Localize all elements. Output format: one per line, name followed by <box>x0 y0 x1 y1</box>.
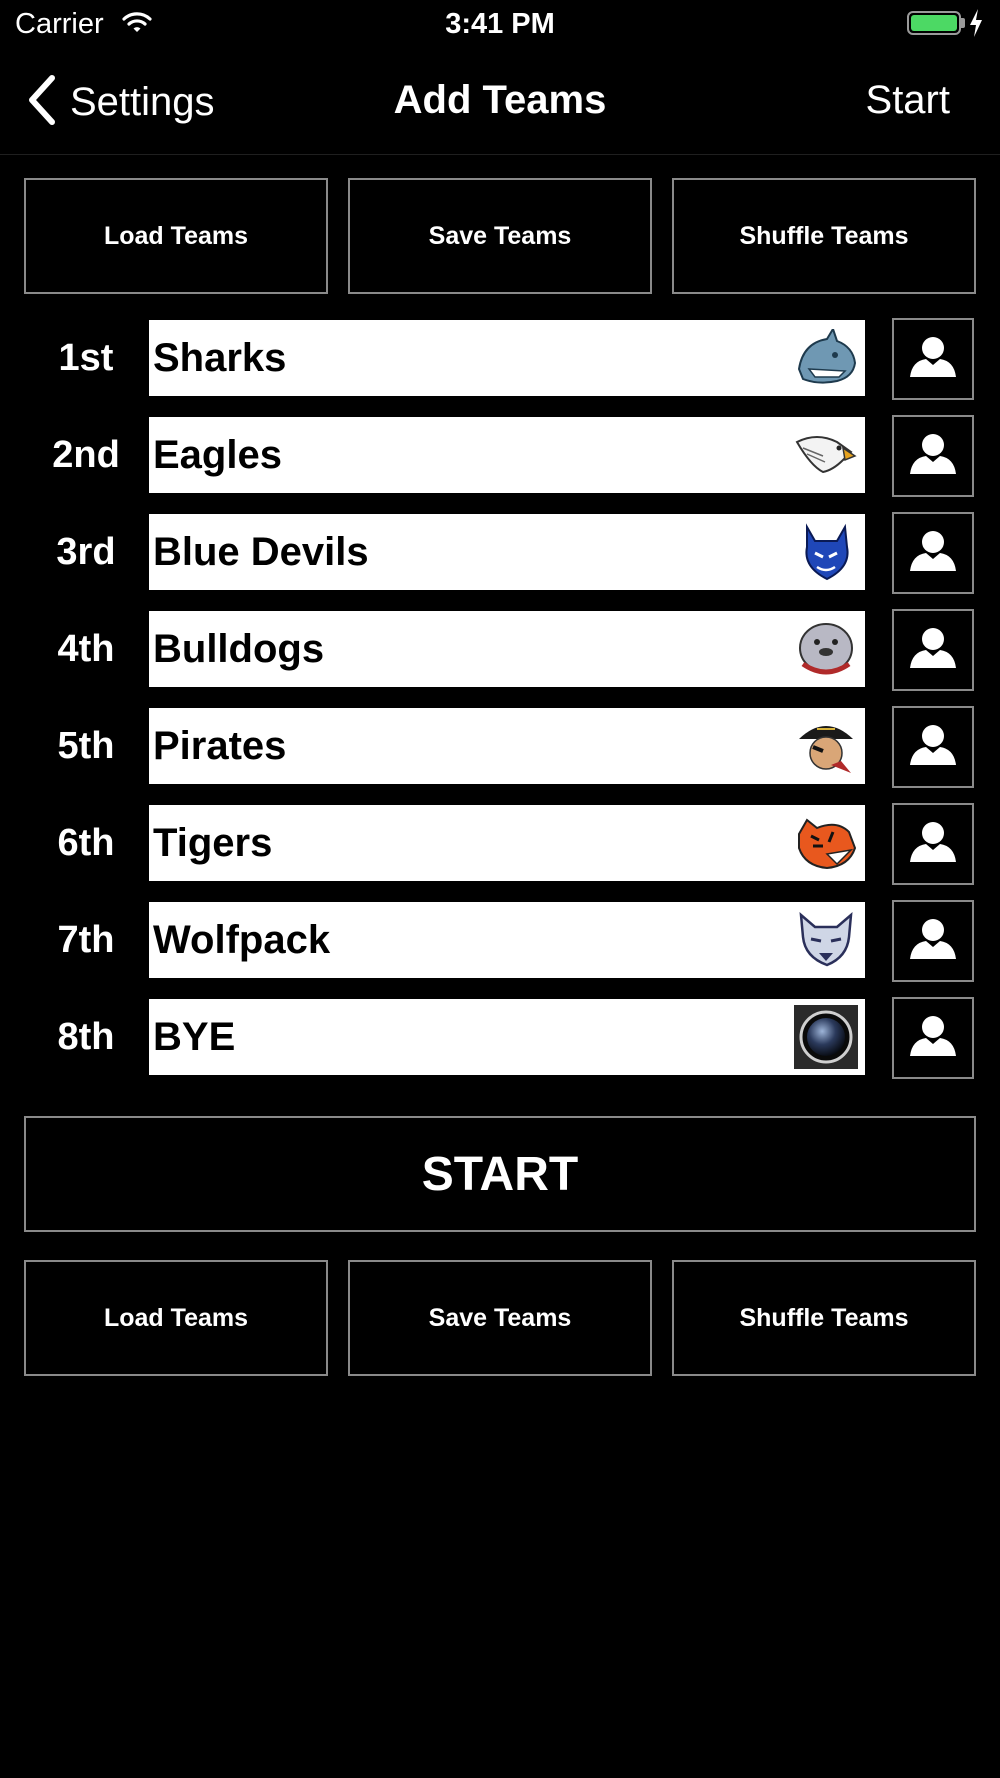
team-name: Sharks <box>153 335 287 380</box>
battery-icon <box>907 11 961 35</box>
team-rank: 5th <box>57 724 115 767</box>
select-contact-button[interactable] <box>892 706 974 788</box>
team-name-field[interactable]: Sharks <box>149 320 865 396</box>
team-rank: 6th <box>57 821 115 864</box>
wolf-logo-icon[interactable] <box>793 909 859 971</box>
status-bar: Carrier 3:41 PM <box>0 0 1000 50</box>
team-row: 5th Pirates <box>0 706 1000 788</box>
select-contact-button[interactable] <box>892 415 974 497</box>
charging-bolt-icon <box>969 9 983 42</box>
navigation-bar: Settings Add Teams Start <box>0 50 1000 155</box>
person-icon <box>908 529 958 578</box>
back-button[interactable]: Settings <box>26 74 215 131</box>
team-rank: 8th <box>57 1015 115 1058</box>
shuffle-teams-button[interactable]: Shuffle Teams <box>672 178 976 294</box>
person-icon <box>908 1014 958 1063</box>
shark-logo-icon[interactable] <box>793 327 859 389</box>
team-name-field[interactable]: Bulldogs <box>149 611 865 687</box>
bulldog-logo-icon[interactable] <box>793 618 859 680</box>
person-icon <box>908 917 958 966</box>
save-teams-button[interactable]: Save Teams <box>348 1260 652 1376</box>
chevron-left-icon <box>26 74 56 131</box>
eagle-logo-icon[interactable] <box>793 424 859 486</box>
select-contact-button[interactable] <box>892 803 974 885</box>
select-contact-button[interactable] <box>892 997 974 1079</box>
team-rank: 4th <box>57 627 115 670</box>
team-name: Pirates <box>153 723 287 768</box>
team-rank: 7th <box>57 918 115 961</box>
battery-tip <box>961 18 965 28</box>
person-icon <box>908 723 958 772</box>
load-teams-button[interactable]: Load Teams <box>24 1260 328 1376</box>
select-contact-button[interactable] <box>892 512 974 594</box>
shuffle-teams-button[interactable]: Shuffle Teams <box>672 1260 976 1376</box>
bottom-action-buttons: Load Teams Save Teams Shuffle Teams <box>24 1260 976 1376</box>
person-icon <box>908 820 958 869</box>
person-icon <box>908 432 958 481</box>
team-name-field[interactable]: BYE <box>149 999 865 1075</box>
team-rank: 2nd <box>52 433 120 476</box>
nav-start-button[interactable]: Start <box>866 78 950 123</box>
team-row: 3rd Blue Devils <box>0 512 1000 594</box>
team-name: Tigers <box>153 820 273 865</box>
team-row: 8th BYE <box>0 997 1000 1079</box>
load-teams-button[interactable]: Load Teams <box>24 178 328 294</box>
team-name: Bulldogs <box>153 626 325 671</box>
clock: 3:41 PM <box>445 8 555 40</box>
team-rank: 3rd <box>56 530 116 573</box>
save-teams-button[interactable]: Save Teams <box>348 178 652 294</box>
team-name-field[interactable]: Wolfpack <box>149 902 865 978</box>
pirate-logo-icon[interactable] <box>793 715 859 777</box>
top-action-buttons: Load Teams Save Teams Shuffle Teams <box>24 178 976 294</box>
back-label: Settings <box>70 79 215 124</box>
select-contact-button[interactable] <box>892 609 974 691</box>
team-name-field[interactable]: Eagles <box>149 417 865 493</box>
select-contact-button[interactable] <box>892 318 974 400</box>
team-name-field[interactable]: Pirates <box>149 708 865 784</box>
tiger-logo-icon[interactable] <box>793 812 859 874</box>
team-row: 1st Sharks <box>0 318 1000 400</box>
team-name: Blue Devils <box>153 529 369 574</box>
person-icon <box>908 626 958 675</box>
team-name: Eagles <box>153 432 282 477</box>
team-row: 7th Wolfpack <box>0 900 1000 982</box>
team-row: 2nd Eagles <box>0 415 1000 497</box>
bye-logo-icon[interactable] <box>793 1005 859 1069</box>
team-rank: 1st <box>58 336 114 379</box>
blue-devil-logo-icon[interactable] <box>793 521 859 583</box>
team-name-field[interactable]: Tigers <box>149 805 865 881</box>
select-contact-button[interactable] <box>892 900 974 982</box>
person-icon <box>908 335 958 384</box>
team-row: 6th Tigers <box>0 803 1000 885</box>
team-name: BYE <box>153 1014 236 1059</box>
start-button[interactable]: START <box>24 1116 976 1232</box>
team-name: Wolfpack <box>153 917 331 962</box>
team-name-field[interactable]: Blue Devils <box>149 514 865 590</box>
team-row: 4th Bulldogs <box>0 609 1000 691</box>
